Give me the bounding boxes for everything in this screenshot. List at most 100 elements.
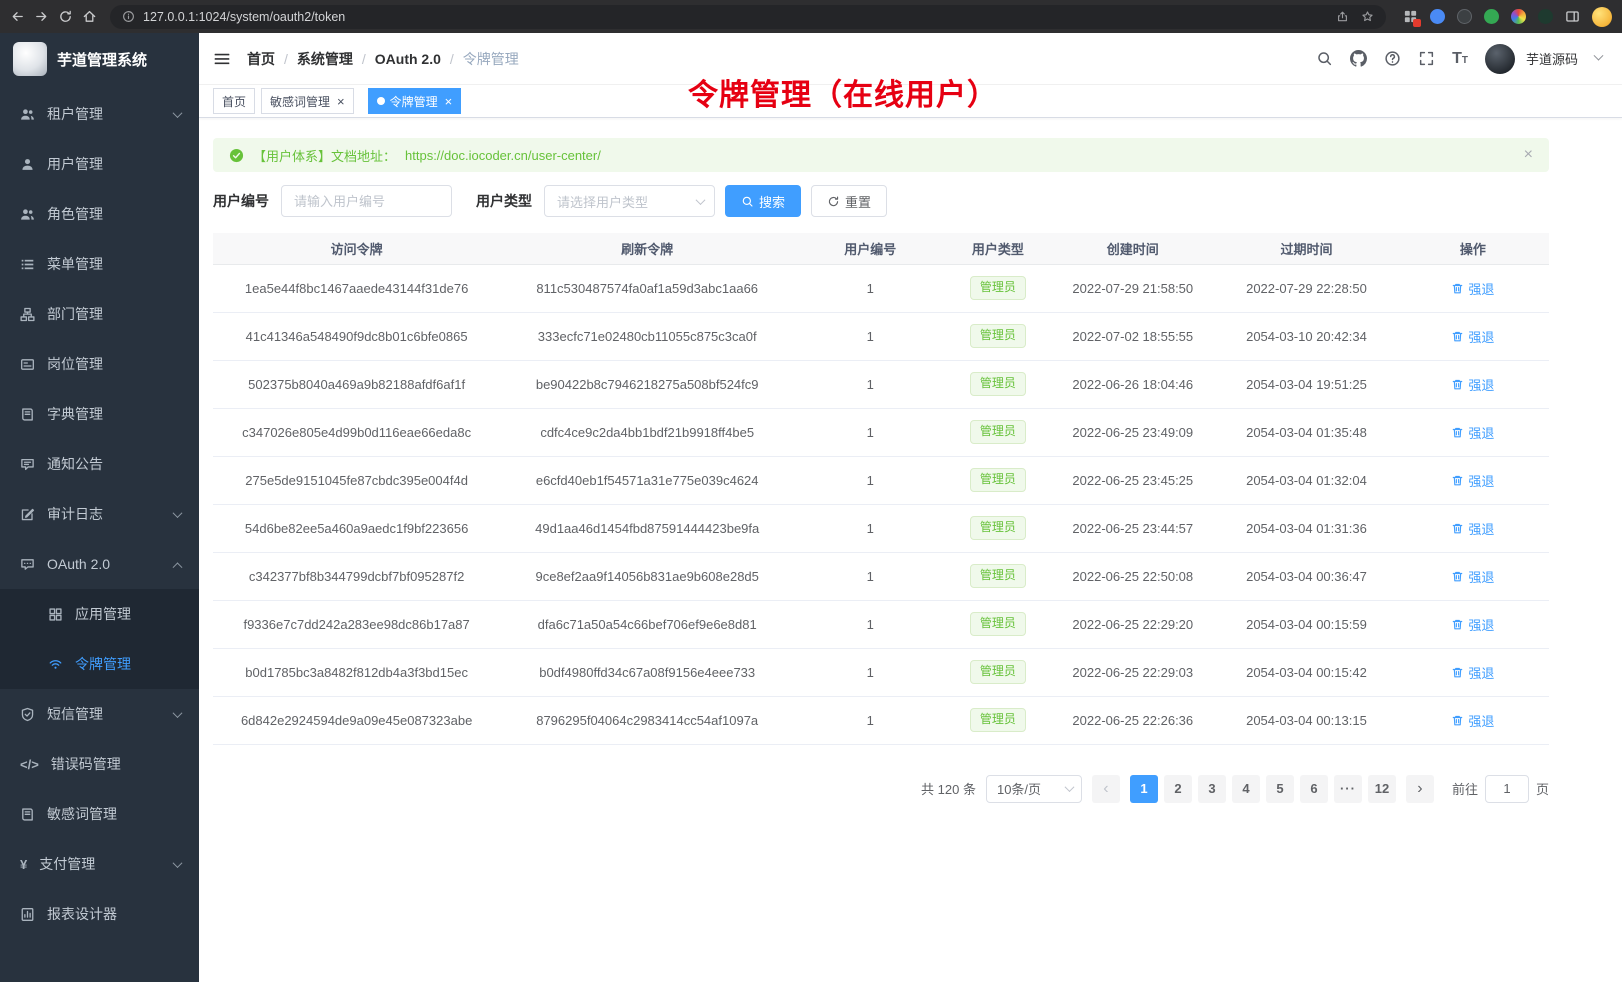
user-avatar[interactable] bbox=[1485, 44, 1515, 74]
page-button-5[interactable]: 5 bbox=[1266, 775, 1294, 803]
forward-icon[interactable] bbox=[34, 9, 49, 24]
sidebar-item-OAuth-2.0[interactable]: OAuth 2.0 bbox=[0, 539, 199, 589]
fullscreen-icon[interactable] bbox=[1418, 50, 1435, 67]
sidebar-item-错误码管理[interactable]: </>错误码管理 bbox=[0, 739, 199, 789]
sidebar-item-岗位管理[interactable]: 岗位管理 bbox=[0, 339, 199, 389]
sidebar-item-短信管理[interactable]: 短信管理 bbox=[0, 689, 199, 739]
share-icon[interactable] bbox=[1336, 10, 1349, 23]
page-button-2[interactable]: 2 bbox=[1164, 775, 1192, 803]
prev-page-button[interactable]: ‹ bbox=[1092, 775, 1120, 803]
page-button-6[interactable]: 6 bbox=[1300, 775, 1328, 803]
extension-icon-green[interactable] bbox=[1484, 9, 1499, 24]
message-icon bbox=[20, 457, 35, 472]
sidebar-item-令牌管理[interactable]: 令牌管理 bbox=[0, 639, 199, 689]
sidebar-item-label: 通知公告 bbox=[47, 454, 103, 474]
sidebar-item-字典管理[interactable]: 字典管理 bbox=[0, 389, 199, 439]
force-logout-button[interactable]: 强退 bbox=[1451, 327, 1494, 346]
pager-more-button[interactable]: ··· bbox=[1334, 775, 1362, 803]
force-logout-button[interactable]: 强退 bbox=[1451, 471, 1494, 490]
extension-icon[interactable] bbox=[1403, 9, 1418, 24]
force-logout-button[interactable]: 强退 bbox=[1451, 279, 1494, 298]
sidebar-item-用户管理[interactable]: 用户管理 bbox=[0, 139, 199, 189]
next-page-button[interactable]: › bbox=[1406, 775, 1434, 803]
breadcrumb-item[interactable]: 首页 bbox=[247, 49, 275, 69]
table-row: 502375b8040a469a9b82188afdf6af1fbe90422b… bbox=[213, 360, 1549, 408]
sidebar-item-支付管理[interactable]: ¥支付管理 bbox=[0, 839, 199, 889]
sidebar-item-角色管理[interactable]: 角色管理 bbox=[0, 189, 199, 239]
doc-alert: 【用户体系】文档地址： https://doc.iocoder.cn/user-… bbox=[213, 138, 1549, 172]
chevron-down-icon bbox=[173, 508, 183, 518]
force-logout-label: 强退 bbox=[1468, 375, 1494, 394]
page-button-1[interactable]: 1 bbox=[1130, 775, 1158, 803]
cell-user-type: 管理员 bbox=[946, 456, 1049, 504]
sidebar-item-通知公告[interactable]: 通知公告 bbox=[0, 439, 199, 489]
goto-label: 前往 bbox=[1452, 779, 1478, 798]
force-logout-button[interactable]: 强退 bbox=[1451, 423, 1494, 442]
force-logout-label: 强退 bbox=[1468, 567, 1494, 586]
page-button-3[interactable]: 3 bbox=[1198, 775, 1226, 803]
extension-icon-blue[interactable] bbox=[1430, 9, 1445, 24]
back-icon[interactable] bbox=[10, 9, 25, 24]
reset-button[interactable]: 重置 bbox=[811, 185, 887, 217]
alert-text: 【用户体系】文档地址： bbox=[253, 146, 396, 165]
cell-actions: 强退 bbox=[1397, 648, 1549, 696]
breadcrumb-item[interactable]: 系统管理 bbox=[297, 49, 353, 69]
user-type-select[interactable]: 请选择用户类型 bbox=[544, 185, 715, 217]
sidebar-item-label: 敏感词管理 bbox=[47, 804, 117, 824]
breadcrumb-item[interactable]: OAuth 2.0 bbox=[375, 51, 441, 67]
page-size-select[interactable]: 10条/页 bbox=[986, 775, 1082, 803]
cell-expire-time: 2054-03-04 00:13:15 bbox=[1216, 696, 1396, 744]
hamburger-icon[interactable] bbox=[213, 50, 231, 68]
sidebar-item-租户管理[interactable]: 租户管理 bbox=[0, 89, 199, 139]
sidebar-item-应用管理[interactable]: 应用管理 bbox=[0, 589, 199, 639]
cell-access-token: 275e5de9151045fe87cbdc395e004f4d bbox=[213, 456, 500, 504]
force-logout-button[interactable]: 强退 bbox=[1451, 663, 1494, 682]
cell-access-token: 1ea5e44f8bc1467aaede43144f31de76 bbox=[213, 264, 500, 312]
sidebar-item-部门管理[interactable]: 部门管理 bbox=[0, 289, 199, 339]
book-icon bbox=[20, 407, 35, 422]
sidebar-item-审计日志[interactable]: 审计日志 bbox=[0, 489, 199, 539]
force-logout-button[interactable]: 强退 bbox=[1451, 519, 1494, 538]
force-logout-button[interactable]: 强退 bbox=[1451, 375, 1494, 394]
info-icon[interactable] bbox=[122, 10, 135, 23]
sidebar-item-报表设计器[interactable]: 报表设计器 bbox=[0, 889, 199, 939]
tab-敏感词管理[interactable]: 敏感词管理× bbox=[261, 88, 354, 114]
page-button-4[interactable]: 4 bbox=[1232, 775, 1260, 803]
force-logout-button[interactable]: 强退 bbox=[1451, 567, 1494, 586]
search-button[interactable]: 搜索 bbox=[725, 185, 801, 217]
app-logo[interactable]: 芋道管理系统 bbox=[0, 33, 199, 85]
user-id-input[interactable] bbox=[281, 185, 452, 217]
force-logout-button[interactable]: 强退 bbox=[1451, 711, 1494, 730]
browser-profile-avatar[interactable] bbox=[1592, 7, 1612, 27]
extension-icon-teal[interactable] bbox=[1538, 9, 1553, 24]
home-icon[interactable] bbox=[82, 9, 97, 24]
search-icon[interactable] bbox=[1316, 50, 1333, 67]
cell-user-id: 1 bbox=[794, 696, 946, 744]
tab-首页[interactable]: 首页 bbox=[213, 88, 255, 114]
sidebar-panel-icon[interactable] bbox=[1565, 9, 1580, 24]
force-logout-button[interactable]: 强退 bbox=[1451, 615, 1494, 634]
close-icon[interactable]: × bbox=[337, 95, 345, 108]
sidebar-item-菜单管理[interactable]: 菜单管理 bbox=[0, 239, 199, 289]
goto-page-input[interactable] bbox=[1485, 775, 1529, 803]
help-icon[interactable] bbox=[1384, 50, 1401, 67]
bookmark-star-icon[interactable] bbox=[1361, 10, 1374, 23]
close-icon[interactable]: × bbox=[1524, 147, 1533, 163]
page-button-12[interactable]: 12 bbox=[1368, 775, 1396, 803]
url-bar[interactable]: 127.0.0.1:1024/system/oauth2/token bbox=[110, 5, 1386, 29]
extension-icon-color[interactable] bbox=[1511, 9, 1526, 24]
github-icon[interactable] bbox=[1350, 50, 1367, 67]
extension-icon-dark[interactable] bbox=[1457, 9, 1472, 24]
alert-doc-link[interactable]: https://doc.iocoder.cn/user-center/ bbox=[405, 148, 601, 163]
chevron-down-icon[interactable] bbox=[1594, 51, 1604, 61]
font-size-icon[interactable]: TT bbox=[1452, 51, 1468, 67]
force-logout-label: 强退 bbox=[1468, 327, 1494, 346]
table-row: 6d842e2924594de9a09e45e087323abe8796295f… bbox=[213, 696, 1549, 744]
username[interactable]: 芋道源码 bbox=[1526, 49, 1578, 68]
tab-令牌管理[interactable]: 令牌管理× bbox=[368, 88, 462, 114]
reload-icon[interactable] bbox=[58, 9, 73, 24]
close-icon[interactable]: × bbox=[445, 95, 453, 108]
cell-refresh-token: 8796295f04064c2983414cc54af1097a bbox=[500, 696, 794, 744]
table-row: 41c41346a548490f9dc8b01c6bfe0865333ecfc7… bbox=[213, 312, 1549, 360]
sidebar-item-敏感词管理[interactable]: 敏感词管理 bbox=[0, 789, 199, 839]
